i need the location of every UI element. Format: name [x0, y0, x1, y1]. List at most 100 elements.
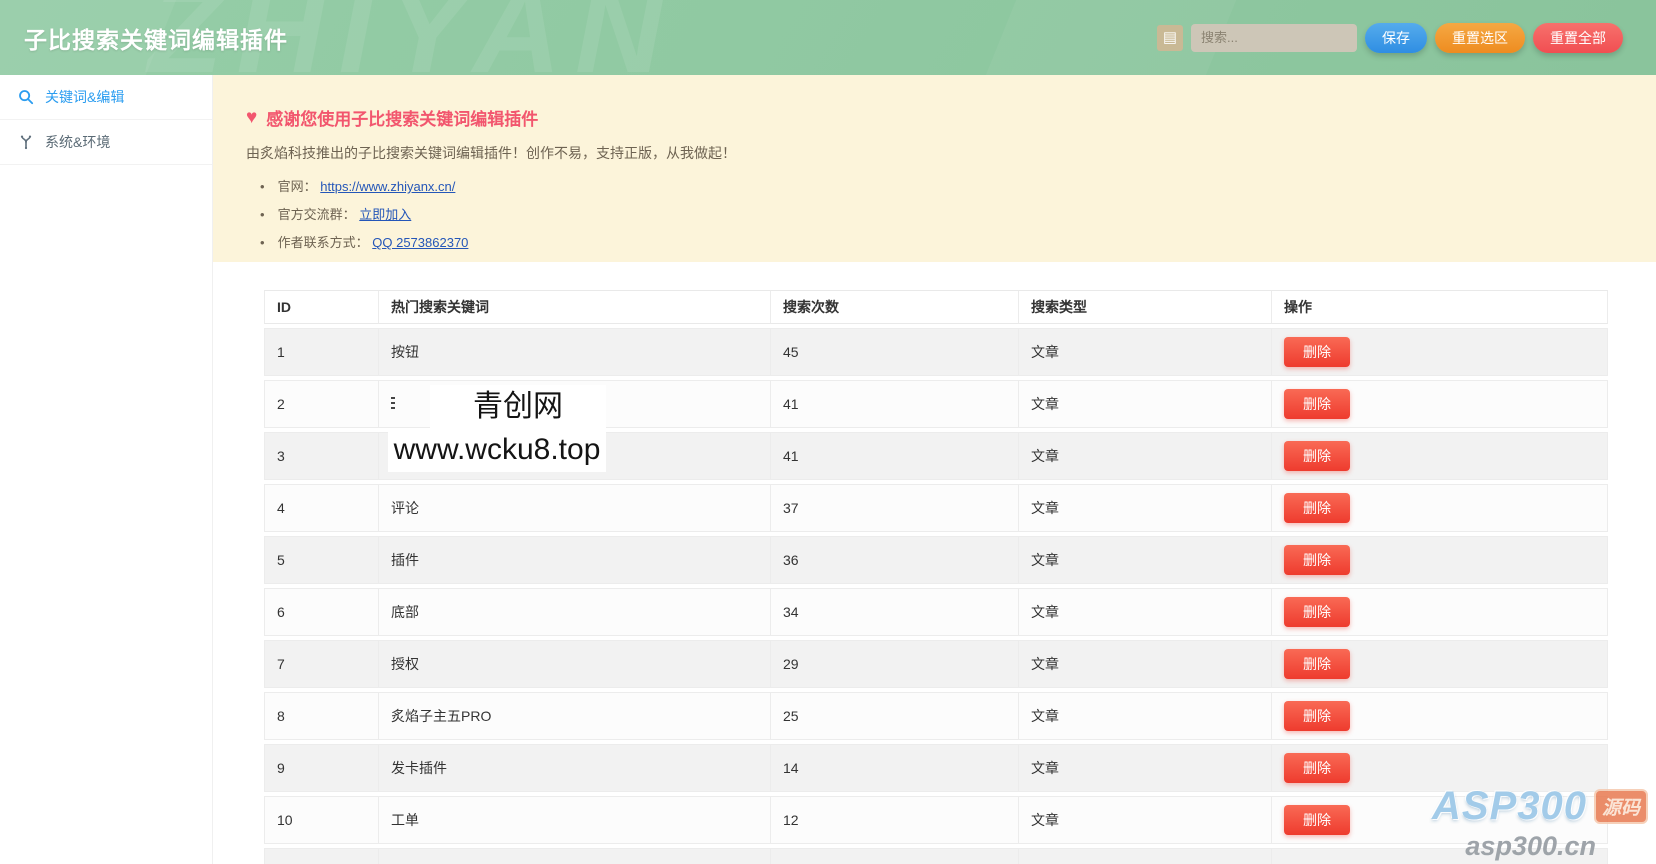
bullet-dot: •: [260, 179, 265, 194]
cell-id: 6: [264, 588, 378, 636]
watermark-line1: 青创网: [430, 385, 606, 428]
bullet-dot: •: [260, 207, 265, 222]
delete-button[interactable]: 删除: [1284, 753, 1350, 783]
cell-type: 文章: [1018, 432, 1271, 480]
page-title: 子比搜索关键词编辑插件: [24, 26, 288, 53]
cell-action: 删除: [1271, 536, 1608, 584]
cell-keyword: 评论: [378, 484, 770, 532]
cell-type: 文章: [1018, 484, 1271, 532]
list-item: • 官网： https://www.zhiyanx.cn/: [260, 176, 1656, 195]
cell-action: 删除: [1271, 484, 1608, 532]
sidebar-item-keywords[interactable]: 关键词&编辑: [0, 75, 212, 120]
cell-type: 文章: [1018, 588, 1271, 636]
cell-type: 文章: [1018, 328, 1271, 376]
cell-type: 文章: [1018, 640, 1271, 688]
cell-id: [264, 848, 378, 864]
delete-button[interactable]: 删除: [1284, 389, 1350, 419]
cell-keyword: [378, 848, 770, 864]
save-button[interactable]: 保存: [1365, 22, 1427, 53]
column-header-keyword: 热门搜索关键词: [378, 290, 770, 324]
delete-button[interactable]: 删除: [1284, 597, 1350, 627]
list-item: • 作者联系方式： QQ 2573862370: [260, 232, 1656, 251]
cell-count: 37: [770, 484, 1018, 532]
header-controls: ▤ 保存 重置选区 重置全部: [1157, 22, 1623, 53]
join-group-link[interactable]: 立即加入: [359, 207, 411, 222]
cell-action: 删除: [1271, 640, 1608, 688]
sidebar: 关键词&编辑 系统&环境: [0, 75, 213, 864]
cell-action: 删除: [1271, 432, 1608, 480]
cell-keyword: 工单: [378, 796, 770, 844]
cell-action: 删除: [1271, 588, 1608, 636]
author-qq-link[interactable]: QQ 2573862370: [372, 235, 468, 250]
cell-id: 8: [264, 692, 378, 740]
cell-count: 29: [770, 640, 1018, 688]
link-label: 作者联系方式：: [277, 235, 369, 250]
delete-button[interactable]: 删除: [1284, 805, 1350, 835]
reset-selection-button[interactable]: 重置选区: [1435, 22, 1525, 53]
watermark-brand: ASP300: [1432, 784, 1587, 828]
reset-all-button[interactable]: 重置全部: [1533, 22, 1623, 53]
cell-id: 9: [264, 744, 378, 792]
cell-count: 36: [770, 536, 1018, 584]
cell-type: 文章: [1018, 744, 1271, 792]
cell-action: 删除: [1271, 692, 1608, 740]
app-header: ZHIYAN 子比搜索关键词编辑插件 ▤ 保存 重置选区 重置全部: [0, 0, 1656, 75]
link-label: 官方交流群：: [277, 207, 356, 222]
sidebar-item-label: 系统&环境: [45, 134, 111, 150]
cell-type: [1018, 848, 1271, 864]
table-row: 4 评论 37 文章 删除: [264, 484, 1608, 532]
delete-button[interactable]: 删除: [1284, 441, 1350, 471]
list-item: • 官方交流群： 立即加入: [260, 204, 1656, 223]
cell-keyword: 炙焰子主五PRO: [378, 692, 770, 740]
table-row: 7 授权 29 文章 删除: [264, 640, 1608, 688]
notice-title: 感谢您使用子比搜索关键词编辑插件: [266, 110, 539, 129]
watermark-badge: 源码: [1593, 789, 1648, 824]
cell-count: 45: [770, 328, 1018, 376]
sidebar-item-system[interactable]: 系统&环境: [0, 120, 212, 165]
table-row: 9 发卡插件 14 文章 删除: [264, 744, 1608, 792]
search-input[interactable]: [1191, 23, 1357, 52]
welcome-notice: ♥ 感谢您使用子比搜索关键词编辑插件 由炙焰科技推出的子比搜索关键词编辑插件！创…: [213, 75, 1656, 262]
official-site-link[interactable]: https://www.zhiyanx.cn/: [320, 179, 455, 194]
cell-id: 2: [264, 380, 378, 428]
corner-watermark-brand-row: ASP300 源码: [1432, 784, 1648, 829]
cell-count: 34: [770, 588, 1018, 636]
cell-count: 14: [770, 744, 1018, 792]
column-header-id: ID: [264, 290, 378, 324]
keyword-table: ID 热门搜索关键词 搜索次数 搜索类型 操作 1 按钮 45 文章 删除 2: [264, 286, 1608, 864]
column-header-action: 操作: [1271, 290, 1608, 324]
delete-button[interactable]: 删除: [1284, 649, 1350, 679]
table-row: 5 插件 36 文章 删除: [264, 536, 1608, 584]
column-header-count: 搜索次数: [770, 290, 1018, 324]
cell-id: 3: [264, 432, 378, 480]
cell-keyword: 发卡插件: [378, 744, 770, 792]
search-icon: [19, 90, 34, 105]
table-row: 6 底部 34 文章 删除: [264, 588, 1608, 636]
table-row: 1 按钮 45 文章 删除: [264, 328, 1608, 376]
bullet-dot: •: [260, 235, 265, 250]
delete-button[interactable]: 删除: [1284, 493, 1350, 523]
sidebar-item-label: 关键词&编辑: [45, 89, 125, 105]
notice-link-list: • 官网： https://www.zhiyanx.cn/ • 官方交流群： 立…: [260, 176, 1656, 251]
list-view-icon-button[interactable]: ▤: [1157, 24, 1183, 51]
cell-action: 删除: [1271, 380, 1608, 428]
cell-count: 41: [770, 432, 1018, 480]
cell-type: 文章: [1018, 380, 1271, 428]
cell-type: 文章: [1018, 692, 1271, 740]
branch-icon: [20, 135, 32, 150]
delete-button[interactable]: 删除: [1284, 545, 1350, 575]
cell-id: 7: [264, 640, 378, 688]
table-row: 8 炙焰子主五PRO 25 文章 删除: [264, 692, 1608, 740]
cell-id: 10: [264, 796, 378, 844]
delete-button[interactable]: 删除: [1284, 701, 1350, 731]
cell-count: 25: [770, 692, 1018, 740]
link-label: 官网：: [277, 179, 317, 194]
keyword-table-section: ID 热门搜索关键词 搜索次数 搜索类型 操作 1 按钮 45 文章 删除 2: [213, 262, 1656, 864]
cell-keyword: 底部: [378, 588, 770, 636]
table-header-row: ID 热门搜索关键词 搜索次数 搜索类型 操作: [264, 290, 1608, 324]
cell-count: [770, 848, 1018, 864]
delete-button[interactable]: 删除: [1284, 337, 1350, 367]
notice-title-row: ♥ 感谢您使用子比搜索关键词编辑插件: [246, 105, 1656, 130]
cell-id: 4: [264, 484, 378, 532]
app-window: ZHIYAN 子比搜索关键词编辑插件 ▤ 保存 重置选区 重置全部 关键词&编辑: [0, 0, 1656, 864]
